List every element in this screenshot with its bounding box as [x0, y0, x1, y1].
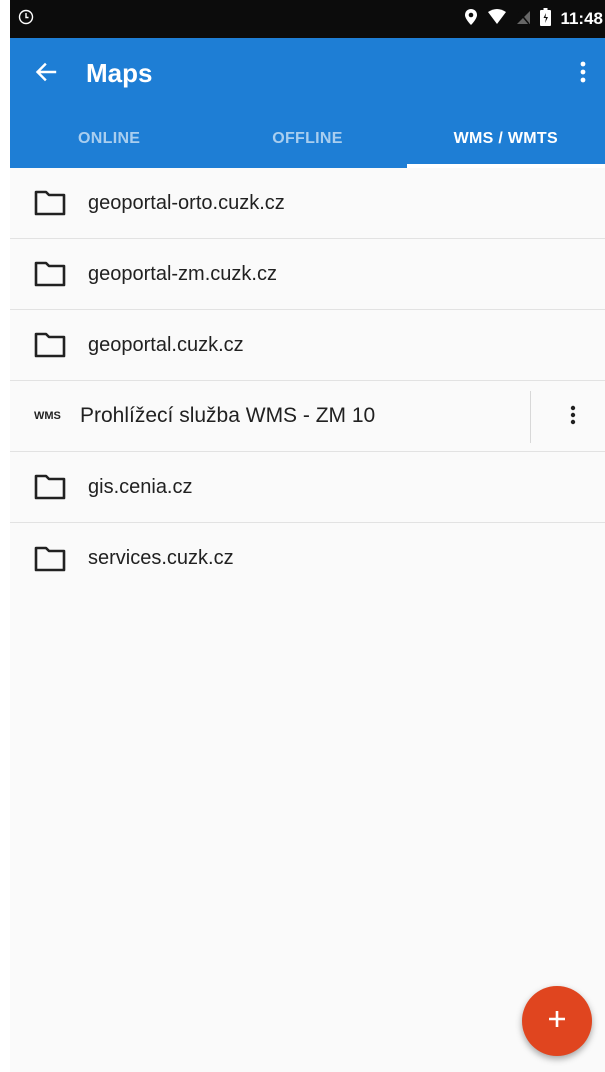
list-item-folder[interactable]: gis.cenia.cz: [10, 452, 605, 523]
overflow-menu-button[interactable]: [571, 58, 595, 90]
arrow-back-icon: [35, 61, 57, 88]
device-screen: 11:48 Maps ONLINE OFFLINE WMS / WMTS geo…: [10, 0, 605, 1072]
item-menu-button[interactable]: [563, 401, 583, 433]
location-icon: [464, 8, 478, 31]
list-item-folder[interactable]: services.cuzk.cz: [10, 523, 605, 594]
app-bar: Maps ONLINE OFFLINE WMS / WMTS: [10, 38, 605, 168]
clock-icon: [18, 9, 34, 30]
list-item-label: services.cuzk.cz: [88, 547, 234, 569]
map-source-list: geoportal-orto.cuzk.cz geoportal-zm.cuzk…: [10, 168, 605, 594]
more-vert-icon: [570, 405, 576, 430]
list-item-label: Prohlížecí služba WMS - ZM 10: [80, 404, 376, 427]
list-item-label: geoportal-zm.cuzk.cz: [88, 262, 277, 285]
list-item-wms-service[interactable]: WMS Prohlížecí služba WMS - ZM 10: [10, 381, 605, 452]
plus-icon: [547, 1009, 567, 1034]
folder-icon: [34, 546, 66, 572]
folder-icon: [34, 261, 66, 287]
folder-icon: [34, 332, 66, 358]
wms-badge: WMS: [34, 410, 61, 422]
add-fab-button[interactable]: [522, 986, 592, 1056]
page-title: Maps: [86, 58, 153, 88]
list-item-label: geoportal.cuzk.cz: [88, 333, 244, 356]
no-signal-icon: [516, 9, 531, 30]
status-bar: 11:48: [10, 0, 605, 38]
list-item-label: geoportal-orto.cuzk.cz: [88, 191, 285, 214]
tab-offline[interactable]: OFFLINE: [208, 110, 406, 168]
more-vert-icon: [580, 61, 586, 88]
tab-online[interactable]: ONLINE: [10, 110, 208, 168]
list-item-folder[interactable]: geoportal-orto.cuzk.cz: [10, 168, 605, 239]
tab-wms-wmts[interactable]: WMS / WMTS: [406, 110, 605, 168]
folder-icon: [34, 190, 66, 216]
folder-icon: [34, 474, 66, 500]
toolbar: Maps: [10, 38, 605, 110]
wifi-icon: [487, 8, 507, 30]
status-time: 11:48: [560, 9, 603, 28]
vertical-divider: [530, 391, 531, 443]
list-item-label: gis.cenia.cz: [88, 475, 193, 498]
list-item-folder[interactable]: geoportal.cuzk.cz: [10, 310, 605, 381]
list-item-folder[interactable]: geoportal-zm.cuzk.cz: [10, 239, 605, 310]
back-button[interactable]: [32, 60, 60, 88]
battery-icon: [540, 7, 552, 31]
tab-bar: ONLINE OFFLINE WMS / WMTS: [10, 110, 605, 168]
